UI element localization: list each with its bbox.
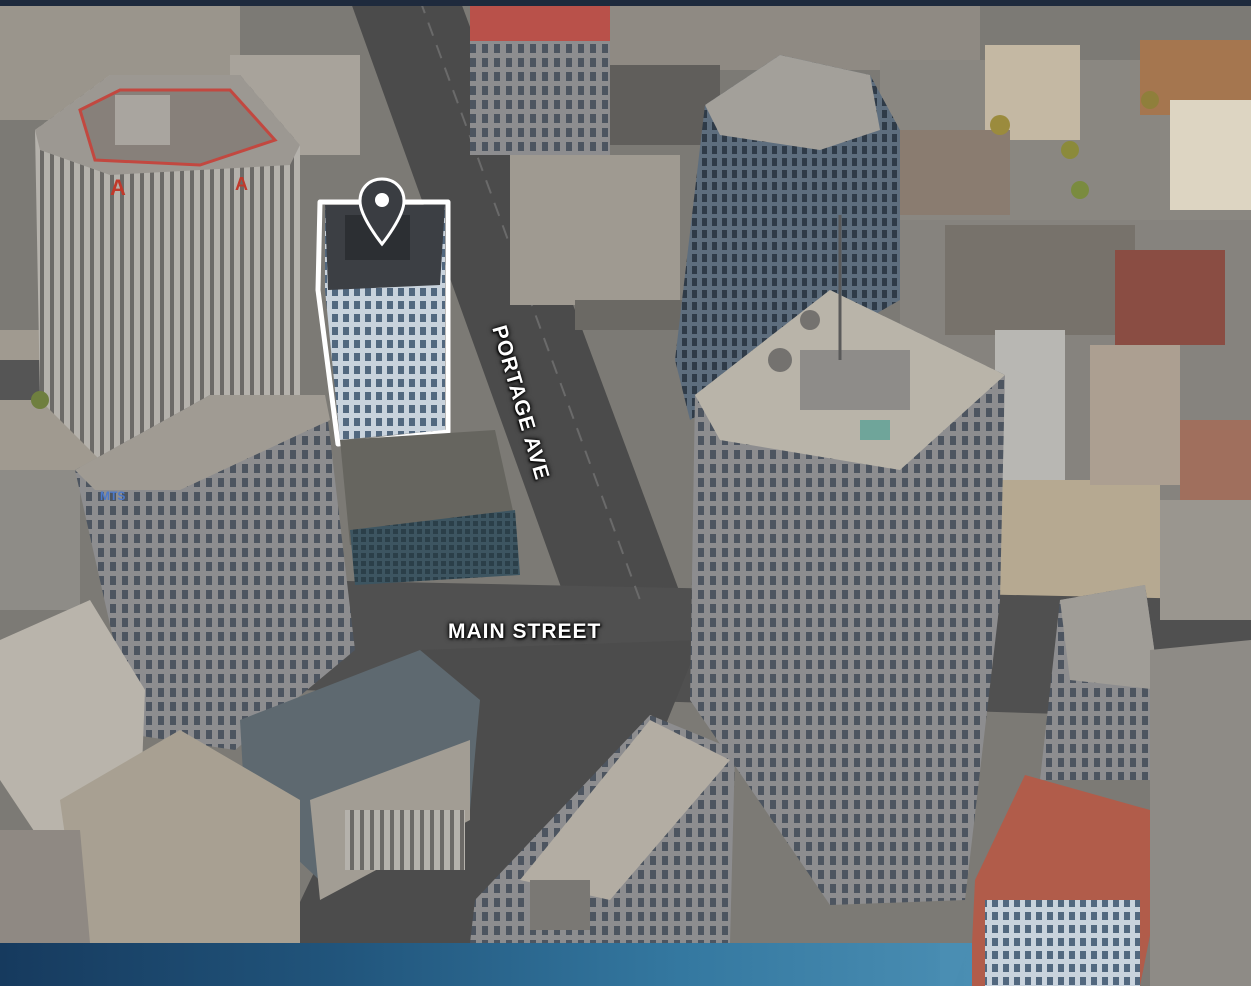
plaza-building xyxy=(340,430,520,585)
footer-accent-band xyxy=(0,943,972,986)
svg-text:A: A xyxy=(235,174,248,194)
location-pin-icon[interactable] xyxy=(356,176,408,248)
svg-text:A: A xyxy=(110,175,126,200)
svg-text:MTS: MTS xyxy=(100,489,125,503)
footer-accent-band-edge xyxy=(940,943,970,986)
top-border-strip xyxy=(0,0,1251,6)
street-label-main-street: MAIN STREET xyxy=(448,620,602,643)
aerial-map: A A MTS xyxy=(0,0,1251,986)
